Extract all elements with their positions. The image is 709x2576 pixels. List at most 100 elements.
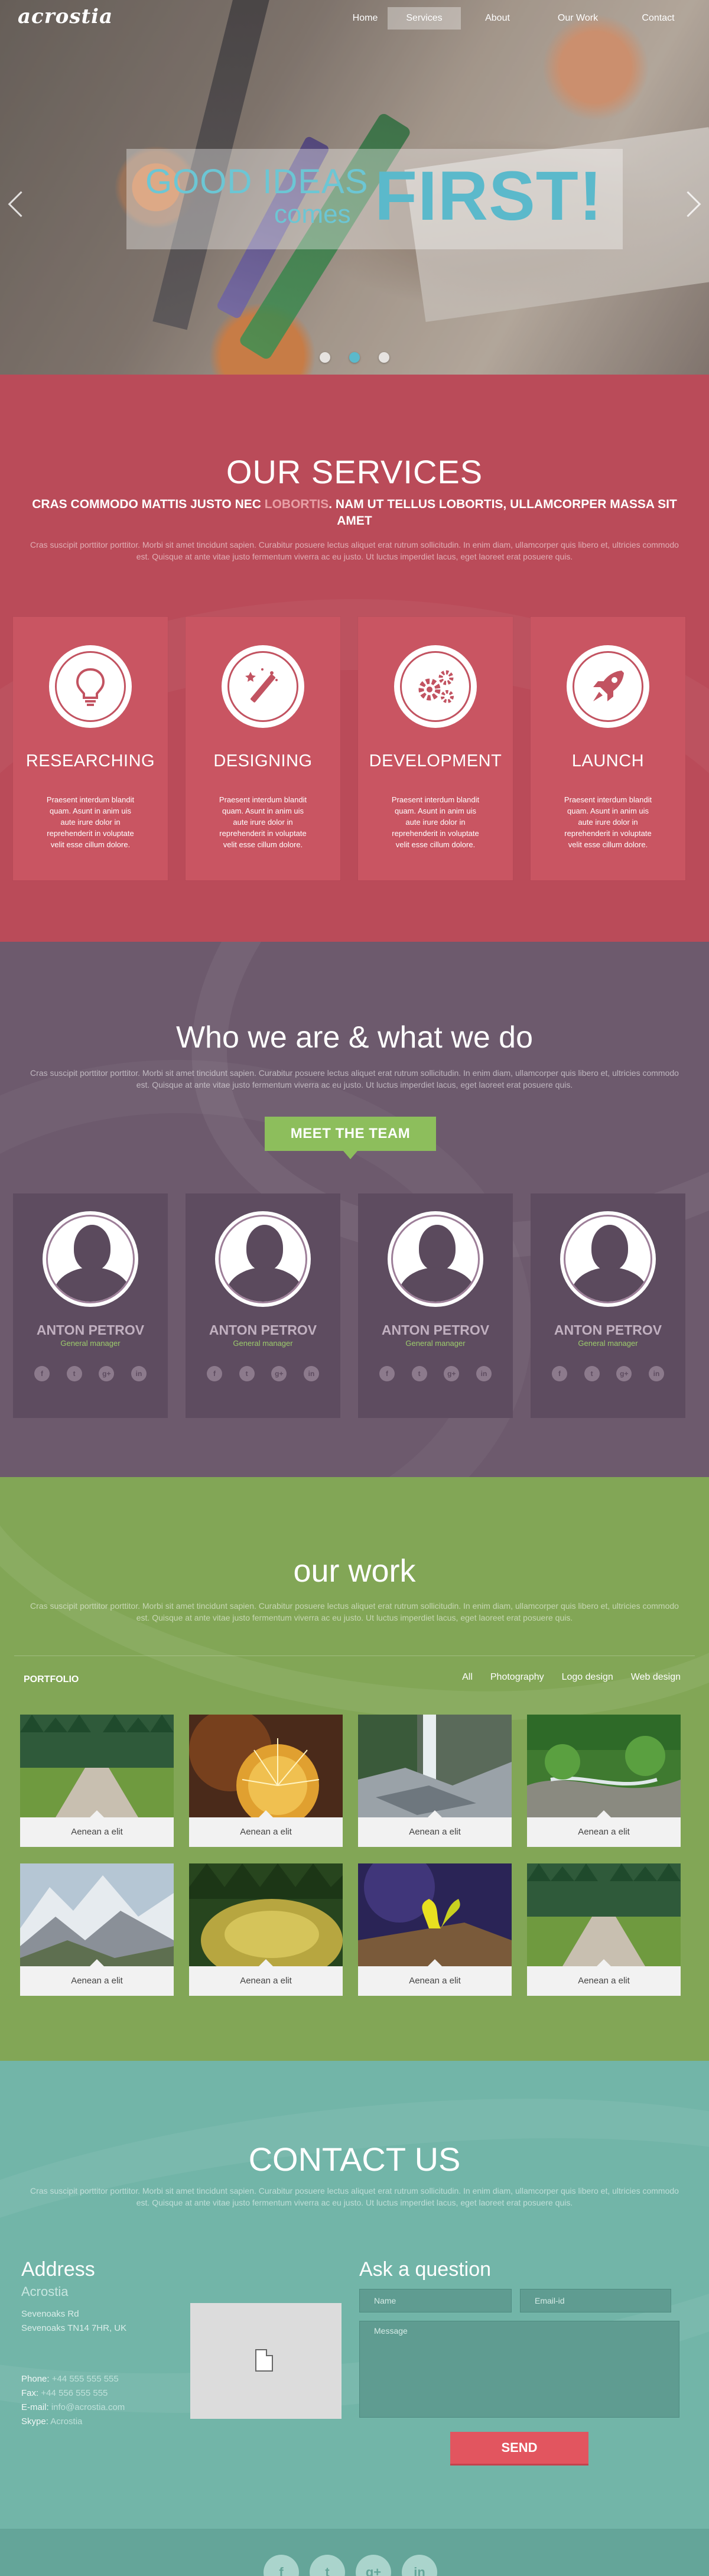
facebook-icon[interactable]: f — [207, 1366, 222, 1381]
member-name: ANTON PETROV — [554, 1322, 662, 1338]
slider-dot-1[interactable] — [320, 352, 330, 363]
portfolio-thumbnail[interactable] — [20, 1863, 174, 1966]
twitter-icon[interactable]: t — [310, 2555, 345, 2576]
skype-line: Skype: Acrostia — [21, 2416, 83, 2427]
services-title: OUR SERVICES — [226, 453, 483, 490]
member-name: ANTON PETROV — [36, 1322, 145, 1338]
hero-caption: GOOD IDEAS comes FIRST! — [126, 149, 623, 249]
service-card-designing[interactable]: DESIGNING Praesent interdum blandit quam… — [186, 617, 340, 880]
team-member-card: ANTON PETROV General manager f t g+ in — [531, 1193, 685, 1418]
portfolio-thumbnail[interactable] — [20, 1715, 174, 1817]
address-street: Sevenoaks Rd — [21, 2309, 79, 2319]
main-nav: Home Services About Our Work Contact — [343, 7, 695, 30]
fax-line: Fax: +44 556 555 555 — [21, 2388, 108, 2398]
skype-link[interactable]: Acrostia — [50, 2416, 82, 2427]
member-name: ANTON PETROV — [209, 1322, 317, 1338]
avatar — [388, 1211, 483, 1307]
google-plus-icon[interactable]: g+ — [444, 1366, 460, 1381]
slider-prev-arrow-icon[interactable] — [6, 189, 24, 219]
member-social-links: f t g+ in — [207, 1366, 319, 1381]
twitter-icon[interactable]: t — [239, 1366, 255, 1381]
nav-about[interactable]: About — [461, 7, 534, 30]
facebook-icon[interactable]: f — [264, 2555, 299, 2576]
portfolio-filters: All Photography Logo design Web design — [462, 1672, 681, 1683]
portfolio-thumbnail[interactable] — [358, 1715, 512, 1817]
team-member-card: ANTON PETROV General manager f t g+ in — [358, 1193, 513, 1418]
portfolio-caption: Aenean a elit — [20, 1959, 174, 1996]
linkedin-icon[interactable]: in — [476, 1366, 492, 1381]
linkedin-icon[interactable]: in — [648, 1366, 664, 1381]
portfolio-item[interactable]: Aenean a elit — [358, 1863, 512, 1996]
slider-dot-2[interactable] — [349, 352, 360, 363]
portfolio-thumbnail[interactable] — [189, 1715, 343, 1817]
portfolio-thumbnail[interactable] — [189, 1863, 343, 1966]
footer: f t g+ in — [0, 2529, 709, 2576]
rocket-icon — [567, 645, 649, 728]
map-placeholder[interactable] — [190, 2303, 342, 2419]
nav-services[interactable]: Services — [388, 7, 461, 30]
twitter-icon[interactable]: t — [411, 1366, 427, 1381]
service-card-development[interactable]: DEVELOPMENT Praesent interdum blandit qu… — [358, 617, 513, 880]
address-city: Sevenoaks TN14 7HR, UK — [21, 2323, 127, 2333]
send-button[interactable]: SEND — [450, 2432, 588, 2464]
ask-question-title: Ask a question — [359, 2258, 492, 2281]
slider-dot-3[interactable] — [379, 352, 389, 363]
portfolio-thumbnail[interactable] — [358, 1863, 512, 1966]
facebook-icon[interactable]: f — [552, 1366, 567, 1381]
work-lead: Cras suscipit porttitor porttitor. Morbi… — [30, 1601, 679, 1622]
contact-section: CONTACT US Cras suscipit porttitor portt… — [0, 2061, 709, 2529]
message-textarea[interactable] — [359, 2321, 679, 2418]
email-link[interactable]: info@acrostia.com — [51, 2402, 125, 2412]
facebook-icon[interactable]: f — [34, 1366, 50, 1381]
nav-contact[interactable]: Contact — [622, 7, 695, 30]
google-plus-icon[interactable]: g+ — [271, 1366, 287, 1381]
nav-our-work[interactable]: Our Work — [534, 7, 622, 30]
service-card-researching[interactable]: RESEARCHING Praesent interdum blandit qu… — [13, 617, 168, 880]
twitter-icon[interactable]: t — [584, 1366, 600, 1381]
portfolio-thumbnail[interactable] — [527, 1863, 681, 1966]
twitter-icon[interactable]: t — [66, 1366, 82, 1381]
filter-photography[interactable]: Photography — [490, 1672, 544, 1683]
service-text: Praesent interdum blandit quam. Asunt in… — [46, 795, 135, 849]
portfolio-item[interactable]: Aenean a elit — [527, 1715, 681, 1847]
site-logo[interactable]: acrostia — [18, 5, 113, 28]
services-lead: Cras suscipit porttitor porttitor. Morbi… — [30, 540, 679, 561]
email-input[interactable] — [520, 2289, 671, 2312]
portfolio-label: PORTFOLIO — [24, 1674, 79, 1684]
filter-web-design[interactable]: Web design — [631, 1672, 681, 1683]
name-input[interactable] — [359, 2289, 512, 2312]
broken-image-icon — [255, 2349, 273, 2372]
filter-all[interactable]: All — [462, 1672, 473, 1683]
meet-the-team-button[interactable]: MEET THE TEAM — [265, 1117, 436, 1159]
google-plus-icon[interactable]: g+ — [356, 2555, 391, 2576]
portfolio-thumbnail[interactable] — [527, 1715, 681, 1817]
services-subtitle-highlight: LOBORTIS — [264, 497, 329, 511]
portfolio-item[interactable]: Aenean a elit — [20, 1715, 174, 1847]
linkedin-icon[interactable]: in — [402, 2555, 437, 2576]
portfolio-item[interactable]: Aenean a elit — [527, 1863, 681, 1996]
google-plus-icon[interactable]: g+ — [616, 1366, 632, 1381]
portfolio-caption: Aenean a elit — [527, 1810, 681, 1847]
phone-value: +44 555 555 555 — [51, 2374, 119, 2384]
portfolio-item[interactable]: Aenean a elit — [358, 1715, 512, 1847]
portfolio-item[interactable]: Aenean a elit — [189, 1863, 343, 1996]
portfolio-item[interactable]: Aenean a elit — [20, 1863, 174, 1996]
slider-dots — [0, 352, 709, 363]
lightbulb-icon — [49, 645, 132, 728]
linkedin-icon[interactable]: in — [303, 1366, 319, 1381]
google-plus-icon[interactable]: g+ — [99, 1366, 115, 1381]
portfolio-caption: Aenean a elit — [358, 1959, 512, 1996]
contact-title: CONTACT US — [248, 2141, 461, 2178]
hero-slider: acrostia Home Services About Our Work Co… — [0, 0, 709, 375]
service-name: DEVELOPMENT — [369, 752, 502, 770]
slider-next-arrow-icon[interactable] — [685, 189, 703, 219]
hero-line-good-ideas: GOOD IDEAS — [145, 162, 369, 201]
facebook-icon[interactable]: f — [379, 1366, 395, 1381]
nav-home[interactable]: Home — [343, 7, 388, 30]
linkedin-icon[interactable]: in — [131, 1366, 147, 1381]
portfolio-item[interactable]: Aenean a elit — [189, 1715, 343, 1847]
portfolio-caption: Aenean a elit — [527, 1959, 681, 1996]
top-navigation-bar: acrostia Home Services About Our Work Co… — [0, 0, 709, 38]
filter-logo-design[interactable]: Logo design — [562, 1672, 613, 1683]
service-card-launch[interactable]: LAUNCH Praesent interdum blandit quam. A… — [531, 617, 685, 880]
